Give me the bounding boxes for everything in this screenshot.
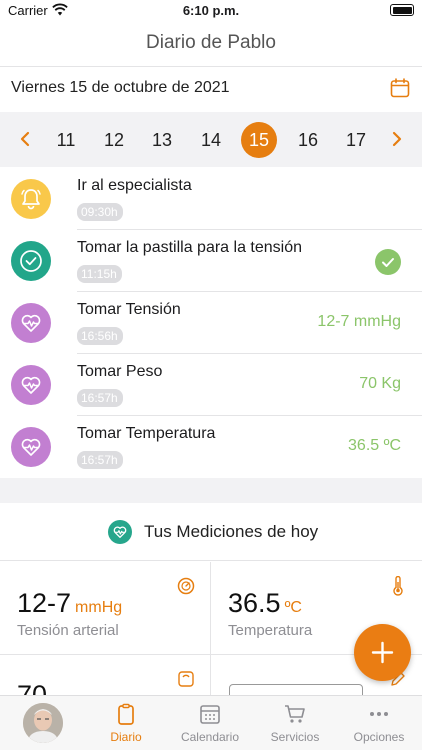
battery-icon (390, 4, 414, 16)
status-bar: Carrier 6:10 p.m. (0, 0, 422, 22)
heart-pulse-icon (21, 376, 41, 394)
measurement-card[interactable]: 12-7 mmHg Tensión arterial (0, 562, 211, 655)
task-time: 11:15h (77, 265, 122, 283)
measurement-value: 36.5 ºC (228, 588, 302, 618)
task-icon-badge (11, 179, 51, 219)
plus-icon (371, 641, 394, 664)
tab-label: Servicios (270, 730, 320, 744)
measurement-graphic (229, 684, 363, 695)
measurement-unit: mmHg (75, 599, 123, 616)
task-time: 16:56h (77, 327, 123, 345)
scale-icon (178, 671, 194, 687)
bell-icon (21, 189, 41, 210)
measurement-value: 12-7 mmHg (17, 588, 123, 618)
task-icon-badge (11, 365, 51, 405)
tab-label: Opciones (353, 730, 405, 744)
heart-pulse-icon (21, 314, 41, 332)
day-item-selected[interactable]: 15 (241, 122, 277, 158)
task-title: Tomar Peso (77, 363, 163, 380)
task-list: Ir al especialista 09:30h Tomar la pasti… (0, 168, 422, 478)
measurement-label: Tensión arterial (17, 622, 119, 639)
current-date: Viernes 15 de octubre de 2021 (11, 79, 230, 96)
avatar[interactable] (23, 703, 63, 743)
task-title: Tomar la pastilla para la tensión (77, 239, 303, 256)
section-gap (0, 478, 422, 503)
tab-diario[interactable]: Diario (84, 702, 168, 744)
task-icon-badge (11, 427, 51, 467)
cart-icon (285, 705, 305, 723)
page-title: Diario de Pablo (146, 32, 276, 53)
task-value: 36.5 ºC (348, 437, 401, 454)
day-item[interactable]: 17 (338, 122, 374, 158)
check-circle-icon (20, 250, 42, 272)
task-item[interactable]: Tomar Temperatura 16:57h 36.5 ºC (0, 416, 422, 478)
task-icon-badge (11, 303, 51, 343)
tab-servicios[interactable]: Servicios (253, 702, 337, 744)
measurement-card[interactable]: 70 (0, 655, 211, 695)
day-item[interactable]: 13 (144, 122, 180, 158)
tab-label: Calendario (180, 730, 240, 744)
measurement-unit: ºC (284, 599, 302, 616)
day-item[interactable]: 14 (193, 122, 229, 158)
tab-calendario[interactable]: Calendario (168, 702, 252, 744)
measurement-label: Temperatura (228, 622, 313, 639)
task-icon-badge (11, 241, 51, 281)
more-icon (370, 712, 388, 716)
chevron-left-icon[interactable] (12, 126, 38, 152)
calendar-icon[interactable] (390, 78, 410, 98)
task-item[interactable]: Tomar la pastilla para la tensión 11:15h (0, 230, 422, 292)
tab-label: Diario (110, 730, 142, 744)
measurements-header: Tus Mediciones de hoy (0, 503, 422, 561)
task-time: 09:30h (77, 203, 123, 221)
task-title: Ir al especialista (77, 177, 192, 194)
chevron-right-icon[interactable] (384, 126, 410, 152)
gauge-icon (177, 577, 195, 595)
status-time: 6:10 p.m. (182, 3, 240, 18)
tab-opciones[interactable]: Opciones (337, 702, 421, 744)
task-value: 12-7 mmHg (317, 313, 401, 330)
heart-pulse-icon (108, 520, 132, 544)
task-item[interactable]: Tomar Tensión 16:56h 12-7 mmHg (0, 292, 422, 354)
measurement-value: 70 (17, 680, 48, 695)
task-time: 16:57h (77, 389, 123, 407)
clipboard-icon (118, 703, 134, 725)
add-button[interactable] (354, 624, 411, 681)
task-title: Tomar Temperatura (77, 425, 216, 442)
measurements-title: Tus Mediciones de hoy (144, 522, 319, 541)
done-check-icon (375, 249, 401, 275)
task-item[interactable]: Ir al especialista 09:30h (0, 168, 422, 230)
task-value: 70 Kg (359, 375, 401, 392)
thermometer-icon (393, 576, 403, 596)
day-item[interactable]: 11 (48, 122, 84, 158)
person-photo-icon (23, 703, 63, 743)
date-row: Viernes 15 de octubre de 2021 (0, 67, 422, 109)
day-item[interactable]: 16 (290, 122, 326, 158)
tab-bar: Diario Calendario Servicios Opciones (0, 695, 422, 750)
heart-pulse-icon (21, 438, 41, 456)
task-time: 16:57h (77, 451, 123, 469)
calendar-icon (200, 705, 220, 724)
day-selector: 11 12 13 14 15 16 17 (0, 112, 422, 167)
task-item[interactable]: Tomar Peso 16:57h 70 Kg (0, 354, 422, 416)
task-title: Tomar Tensión (77, 301, 181, 318)
day-item[interactable]: 12 (96, 122, 132, 158)
